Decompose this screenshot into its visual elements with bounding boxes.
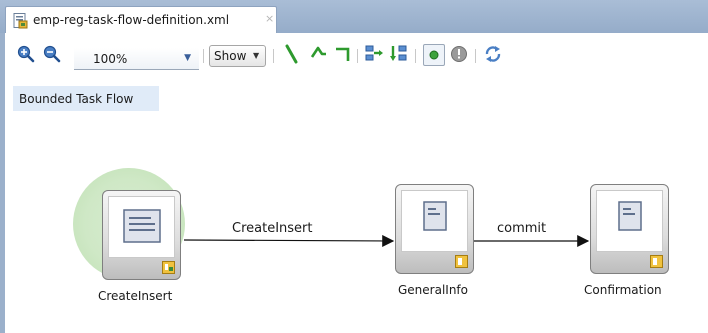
activity-node-generalinfo[interactable]	[395, 184, 474, 274]
activity-node-createinsert[interactable]	[102, 190, 181, 280]
activity-node-confirmation[interactable]	[590, 184, 669, 274]
view-activity-badge-icon	[455, 255, 468, 268]
node-face	[401, 190, 468, 252]
view-activity-badge-icon	[650, 255, 663, 268]
view-page-icon	[423, 201, 447, 231]
node-label-createinsert: CreateInsert	[98, 289, 173, 303]
node-face	[596, 190, 663, 252]
edge-label-createinsert: CreateInsert	[232, 221, 313, 236]
method-call-icon	[123, 209, 161, 243]
node-label-generalinfo: GeneralInfo	[398, 283, 469, 297]
edge-label-commit: commit	[497, 221, 547, 236]
method-activity-badge-icon	[162, 261, 175, 274]
node-face	[108, 196, 175, 258]
view-page-icon	[618, 201, 642, 231]
node-label-confirmation: Confirmation	[584, 283, 662, 297]
edge-createinsert-to-generalinfo[interactable]	[183, 234, 395, 247]
